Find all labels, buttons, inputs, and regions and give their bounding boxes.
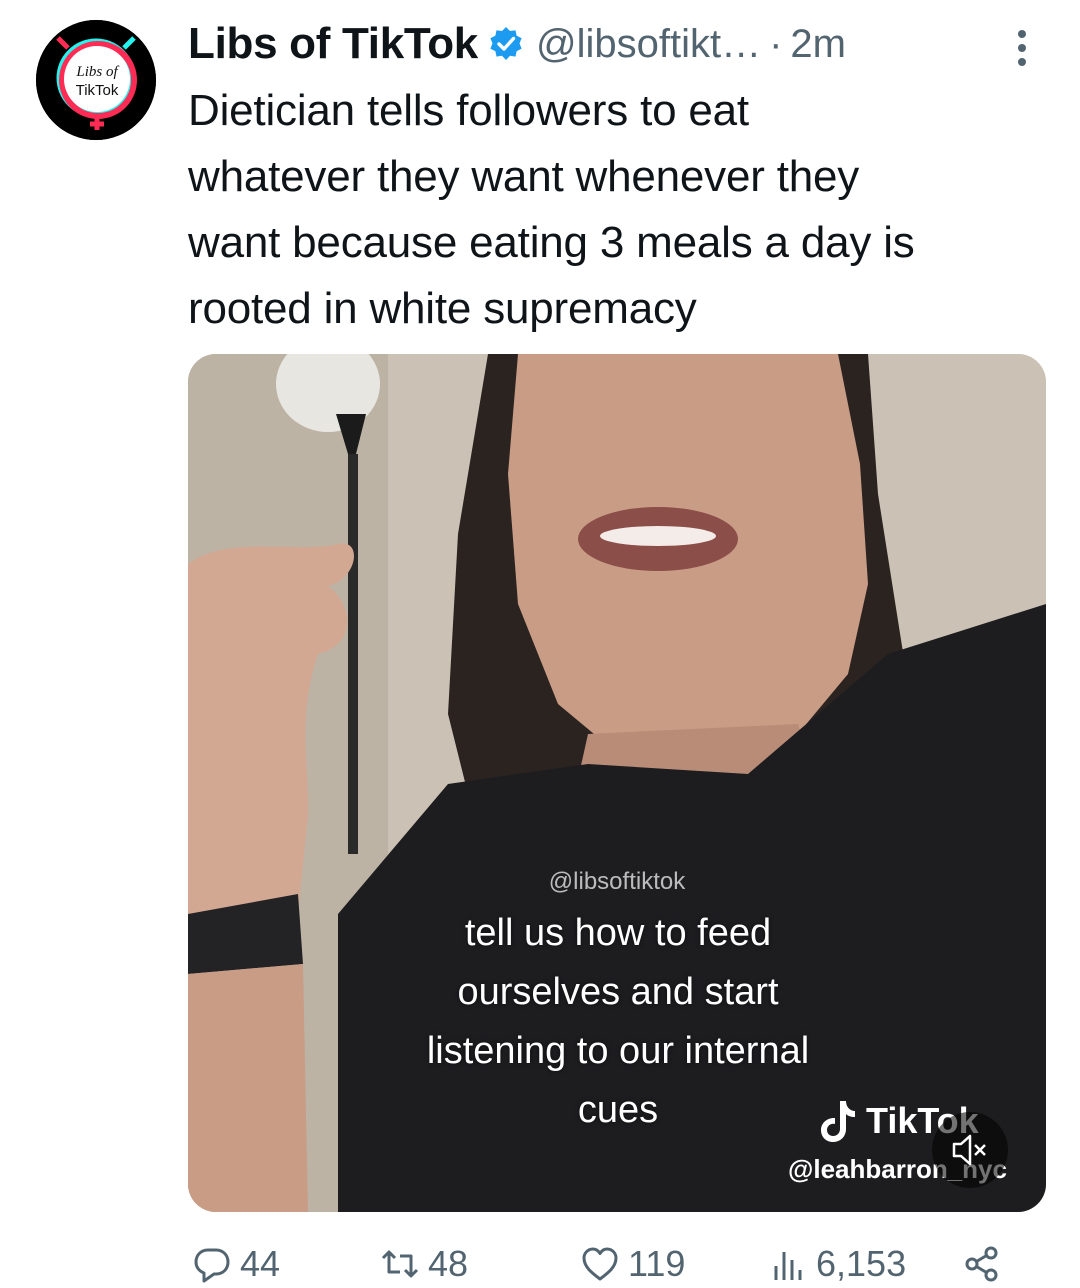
like-count: 119	[628, 1243, 686, 1284]
tweet-text: Dietician tells followers to eat whateve…	[188, 86, 915, 333]
author-handle[interactable]: @libsoftikt…	[536, 22, 761, 67]
libs-of-tiktok-logo: Libs of TikTok	[36, 20, 156, 140]
video-watermark-handle: @libsoftiktok	[548, 868, 686, 895]
verified-badge-icon	[488, 26, 524, 62]
video-media[interactable]: @libsoftiktok tell us how to feed oursel…	[188, 354, 1046, 1212]
muted-speaker-icon	[952, 1134, 986, 1166]
more-vertical-icon[interactable]	[1010, 28, 1034, 68]
views-count: 6,153	[816, 1243, 907, 1284]
views-chart-icon	[774, 1252, 802, 1280]
tweet-actions: 44 48 119 6,153	[188, 1240, 1048, 1288]
reply-icon	[194, 1248, 230, 1283]
like-button[interactable]: 119	[580, 1240, 685, 1288]
retweet-button[interactable]: 48	[380, 1240, 468, 1288]
share-button[interactable]	[962, 1240, 1010, 1288]
separator-dot: ·	[769, 21, 783, 66]
tweet[interactable]: Libs of TikTok Libs of TikTok @libsoftik…	[0, 0, 1080, 1288]
author-avatar[interactable]: Libs of TikTok	[36, 20, 156, 140]
svg-text:TikTok: TikTok	[76, 82, 119, 99]
tweet-header: Libs of TikTok @libsoftikt… · 2m	[188, 14, 1048, 74]
views-button[interactable]: 6,153	[768, 1240, 906, 1288]
share-icon	[965, 1246, 998, 1282]
retweet-count: 48	[428, 1243, 469, 1284]
heart-icon	[582, 1247, 618, 1281]
video-caption: tell us how to feed ourselves and start …	[426, 912, 810, 1131]
mute-toggle-button[interactable]	[932, 1112, 1008, 1188]
reply-button[interactable]: 44	[192, 1240, 280, 1288]
reply-count: 44	[240, 1243, 281, 1284]
svg-text:Libs of: Libs of	[75, 64, 119, 80]
display-name[interactable]: Libs of TikTok	[188, 19, 478, 69]
timestamp[interactable]: 2m	[790, 22, 846, 67]
tiktok-note-icon	[821, 1101, 855, 1142]
retweet-icon	[381, 1250, 419, 1278]
